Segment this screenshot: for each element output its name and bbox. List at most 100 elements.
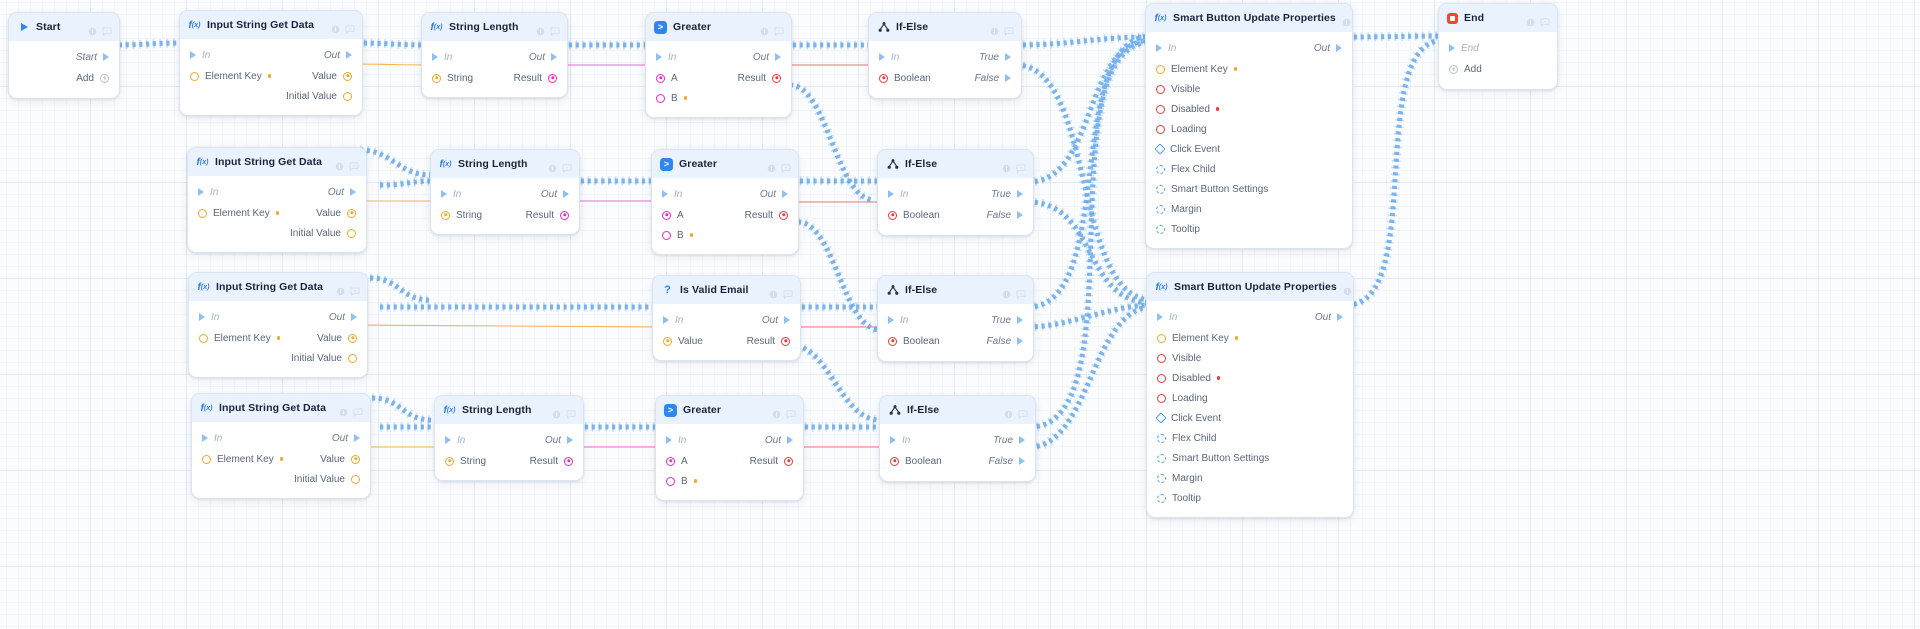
node-port-row[interactable]: In Out [431, 184, 579, 204]
exec-port[interactable] [563, 190, 569, 198]
data-port[interactable] [1157, 473, 1166, 483]
data-port[interactable] [1156, 64, 1165, 74]
node-string-length-1[interactable]: f (x) String Length In Out String Result [421, 12, 568, 98]
data-port[interactable] [202, 454, 211, 464]
node-header[interactable]: f (x) Input String Get Data [192, 394, 370, 422]
node-port-row[interactable]: A Result [646, 68, 791, 88]
info-icon[interactable] [1342, 14, 1351, 26]
node-if-else-3[interactable]: If-Else In True Boolean False [877, 275, 1034, 362]
node-header[interactable]: f (x) String Length [435, 396, 583, 424]
comment-icon[interactable] [102, 23, 112, 36]
node-string-length-3[interactable]: f (x) String Length In Out String Result [434, 395, 584, 481]
node-greater-3[interactable]: > Greater In Out A Result B [655, 395, 804, 501]
node-port-row[interactable]: A Result [652, 205, 798, 225]
comment-icon[interactable] [349, 158, 359, 171]
data-port[interactable] [890, 456, 899, 466]
comment-icon[interactable] [786, 406, 796, 419]
exec-port[interactable] [879, 53, 885, 61]
data-port[interactable] [564, 456, 573, 466]
exec-port[interactable] [567, 436, 573, 444]
node-port-row[interactable]: End [1439, 38, 1557, 58]
node-port-row[interactable]: Smart Button Settings [1146, 179, 1352, 199]
node-input-string-get-data-2[interactable]: f (x) Input String Get Data In Out Element Ke… [187, 147, 367, 253]
info-icon[interactable] [1004, 406, 1013, 418]
node-port-row[interactable]: Loading [1146, 119, 1352, 139]
exec-port[interactable] [888, 190, 894, 198]
node-header[interactable]: If-Else [869, 13, 1021, 41]
node-port-row[interactable]: In Out [180, 45, 362, 65]
exec-port[interactable] [1019, 457, 1025, 465]
node-port-row[interactable]: String Result [422, 68, 567, 88]
exec-port[interactable] [1337, 313, 1343, 321]
exec-port[interactable] [354, 434, 360, 442]
data-port[interactable] [190, 71, 199, 81]
node-input-string-get-data-4[interactable]: f (x) Input String Get Data In Out Element Ke… [191, 393, 371, 499]
node-port-row[interactable]: Flex Child [1146, 159, 1352, 179]
node-port-row[interactable]: In True [880, 430, 1035, 450]
node-port-row[interactable]: Click Event [1147, 408, 1353, 428]
data-port[interactable] [656, 93, 665, 103]
data-port[interactable] [351, 454, 360, 464]
node-port-row[interactable]: Boolean False [878, 205, 1033, 225]
exec-port[interactable] [890, 436, 896, 444]
exec-port[interactable] [1017, 211, 1023, 219]
data-port[interactable] [199, 333, 208, 343]
node-header[interactable]: ? Is Valid Email [653, 276, 800, 304]
node-port-row[interactable]: Tooltip [1146, 219, 1352, 239]
node-port-row[interactable]: Boolean False [869, 68, 1021, 88]
data-port[interactable] [666, 476, 675, 486]
data-port[interactable] [779, 210, 788, 220]
node-if-else-1[interactable]: If-Else In True Boolean False [868, 12, 1022, 99]
node-port-row[interactable]: In Out [192, 428, 370, 448]
info-icon[interactable] [336, 283, 345, 295]
info-icon[interactable] [536, 23, 545, 35]
exec-port[interactable] [1449, 44, 1455, 52]
data-port[interactable] [351, 474, 360, 484]
node-port-row[interactable]: Initial Value [188, 223, 366, 243]
node-port-row[interactable]: In Out [646, 47, 791, 67]
exec-port[interactable] [190, 51, 196, 59]
node-port-row[interactable]: Click Event [1146, 139, 1352, 159]
node-port-row[interactable]: B [656, 471, 803, 491]
exec-port[interactable] [350, 188, 356, 196]
data-port[interactable] [662, 230, 671, 240]
node-header[interactable]: f (x) String Length [431, 150, 579, 178]
info-icon[interactable] [548, 160, 557, 172]
data-port[interactable] [662, 210, 671, 220]
node-port-row[interactable]: In Out [189, 307, 367, 327]
node-port-row[interactable]: String Result [435, 451, 583, 471]
info-icon[interactable] [1343, 283, 1352, 295]
info-icon[interactable] [990, 23, 999, 35]
node-header[interactable]: f (x) Smart Button Update Properties [1146, 4, 1352, 32]
node-port-row[interactable]: In Out [652, 184, 798, 204]
exec-port[interactable] [1156, 44, 1162, 52]
data-port[interactable] [347, 208, 356, 218]
node-input-string-get-data-1[interactable]: f (x) Input String Get Data In Out Element Ke… [179, 10, 363, 116]
data-port[interactable] [348, 353, 357, 363]
node-smart-button-update-properties-2[interactable]: f (x) Smart Button Update Properties In Out E… [1146, 272, 1354, 518]
data-port[interactable] [347, 228, 356, 238]
comment-icon[interactable] [781, 160, 791, 173]
exec-port[interactable] [784, 316, 790, 324]
data-port[interactable] [1156, 124, 1165, 134]
data-port[interactable] [772, 73, 781, 83]
node-header[interactable]: > Greater [646, 13, 791, 41]
exec-port[interactable] [1157, 313, 1163, 321]
node-port-row[interactable]: Element Key Value [188, 203, 366, 223]
data-port[interactable] [888, 336, 897, 346]
node-port-row[interactable]: Margin [1147, 468, 1353, 488]
data-port[interactable] [1154, 143, 1166, 155]
node-port-row[interactable]: Disabled [1146, 99, 1352, 119]
exec-port[interactable] [787, 436, 793, 444]
info-icon[interactable] [339, 404, 348, 416]
data-port[interactable] [432, 73, 441, 83]
info-icon[interactable] [88, 23, 97, 35]
data-port[interactable] [343, 91, 352, 101]
comment-icon[interactable] [350, 283, 360, 296]
node-header[interactable]: f (x) String Length [422, 13, 567, 41]
info-icon[interactable] [331, 21, 340, 33]
node-header[interactable]: Start [9, 13, 119, 41]
comment-icon[interactable] [1018, 406, 1028, 419]
data-port[interactable] [888, 210, 897, 220]
node-port-row[interactable]: In Out [435, 430, 583, 450]
